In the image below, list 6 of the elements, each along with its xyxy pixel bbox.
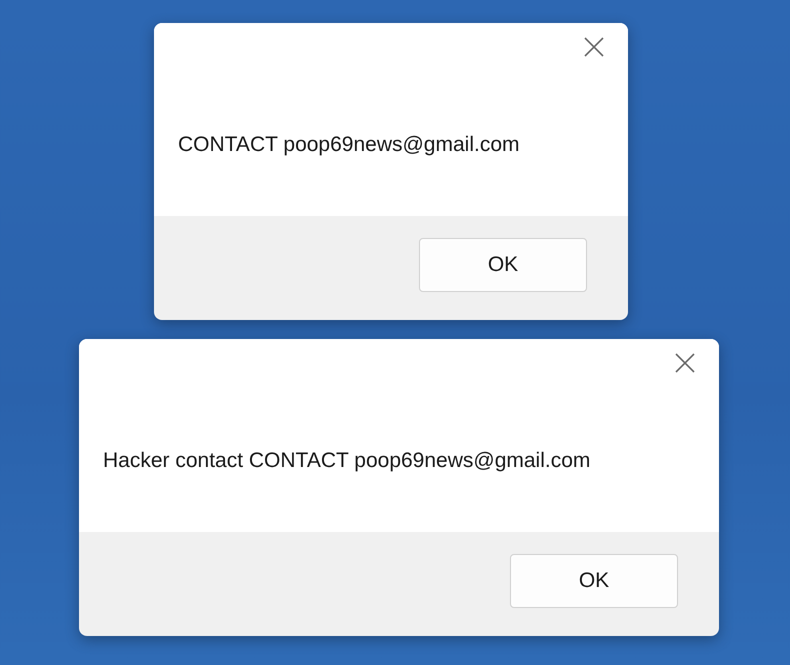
close-icon[interactable]: [675, 353, 695, 373]
close-icon[interactable]: [584, 37, 604, 57]
dialog-message: Hacker contact CONTACT poop69news@gmail.com: [103, 449, 590, 472]
ok-button[interactable]: OK: [419, 238, 587, 292]
ok-button[interactable]: OK: [510, 554, 678, 608]
dialog-message: CONTACT poop69news@gmail.com: [178, 133, 520, 156]
